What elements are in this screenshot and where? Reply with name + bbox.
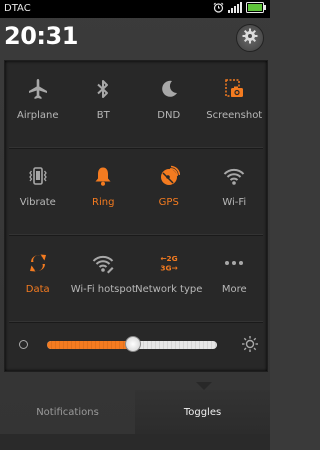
tab-label: Toggles <box>183 406 222 418</box>
toggle-row: Airplane BT DND Screenshot <box>5 61 267 147</box>
vibrate-icon <box>26 164 50 188</box>
toggle-row: Vibrate Ring GPS Wi-Fi <box>5 148 267 234</box>
signal-icon <box>228 2 242 13</box>
toggle-label: Data <box>25 284 50 295</box>
status-icons <box>213 2 266 13</box>
toggle-label: Airplane <box>17 110 59 121</box>
toggle-label: Ring <box>92 197 115 208</box>
toggle-screenshot[interactable]: Screenshot <box>202 61 268 147</box>
wifi-hotspot-icon <box>91 251 115 275</box>
toggle-dnd[interactable]: DND <box>136 61 202 147</box>
row-divider <box>9 321 263 322</box>
brightness-thumb[interactable] <box>125 336 141 352</box>
gear-icon <box>242 28 258 48</box>
toggle-row: Data Wi-Fi hotspot ←2G 3G→ Network type … <box>5 235 267 321</box>
toggle-label: Screenshot <box>206 110 263 121</box>
header: 20:31 <box>0 18 270 58</box>
clock: 20:31 <box>4 22 78 50</box>
toggle-vibrate[interactable]: Vibrate <box>5 148 71 234</box>
screenshot-icon <box>222 77 246 101</box>
network-type-glyph-top: ←2G <box>160 254 177 263</box>
airplane-icon <box>26 77 50 101</box>
toggle-label: Network type <box>135 284 203 295</box>
toggle-data[interactable]: Data <box>5 235 71 321</box>
toggle-bluetooth[interactable]: BT <box>71 61 137 147</box>
toggle-ring[interactable]: Ring <box>71 148 137 234</box>
toggle-label: BT <box>96 110 110 121</box>
toggle-wifi[interactable]: Wi-Fi <box>202 148 268 234</box>
quick-settings-screen: DTAC 20:31 Airplane BT DND Screenshot Vi… <box>0 0 270 450</box>
brightness-high-icon <box>241 335 259 357</box>
moon-icon <box>157 77 181 101</box>
toggle-label: More <box>221 284 247 295</box>
network-type-icon: ←2G 3G→ <box>157 251 181 275</box>
tab-label: Notifications <box>36 406 99 418</box>
toggles-panel: Airplane BT DND Screenshot Vibrate Ring … <box>4 60 268 372</box>
gps-icon <box>157 164 181 188</box>
bluetooth-icon <box>91 77 115 101</box>
alarm-icon <box>213 2 224 13</box>
toggle-label: Wi-Fi <box>222 197 247 208</box>
toggle-wifi-hotspot[interactable]: Wi-Fi hotspot <box>71 235 137 321</box>
network-type-glyph-bottom: 3G→ <box>160 263 177 272</box>
toggle-more[interactable]: More <box>202 235 268 321</box>
toggle-grid: Airplane BT DND Screenshot Vibrate Ring … <box>5 61 267 322</box>
toggle-gps[interactable]: GPS <box>136 148 202 234</box>
toggle-label: GPS <box>158 197 179 208</box>
tab-toggles[interactable]: Toggles <box>135 390 270 434</box>
battery-icon <box>246 2 266 13</box>
toggle-label: Wi-Fi hotspot <box>70 284 136 295</box>
bell-icon <box>91 164 115 188</box>
carrier-name: DTAC <box>4 3 31 14</box>
status-bar: DTAC <box>0 0 270 18</box>
brightness-low-icon <box>19 340 28 349</box>
toggle-network-type[interactable]: ←2G 3G→ Network type <box>135 235 203 321</box>
active-tab-pointer <box>196 382 212 390</box>
toggle-airplane[interactable]: Airplane <box>5 61 71 147</box>
data-icon <box>26 251 50 275</box>
settings-button[interactable] <box>236 24 264 52</box>
toggle-label: DND <box>157 110 181 121</box>
bottom-strip <box>0 434 270 450</box>
bottom-tabs: Notifications Toggles <box>0 390 270 434</box>
tab-notifications[interactable]: Notifications <box>0 390 135 434</box>
wifi-icon <box>222 164 246 188</box>
brightness-control <box>5 323 267 367</box>
toggle-label: Vibrate <box>19 197 56 208</box>
more-icon <box>222 251 246 275</box>
